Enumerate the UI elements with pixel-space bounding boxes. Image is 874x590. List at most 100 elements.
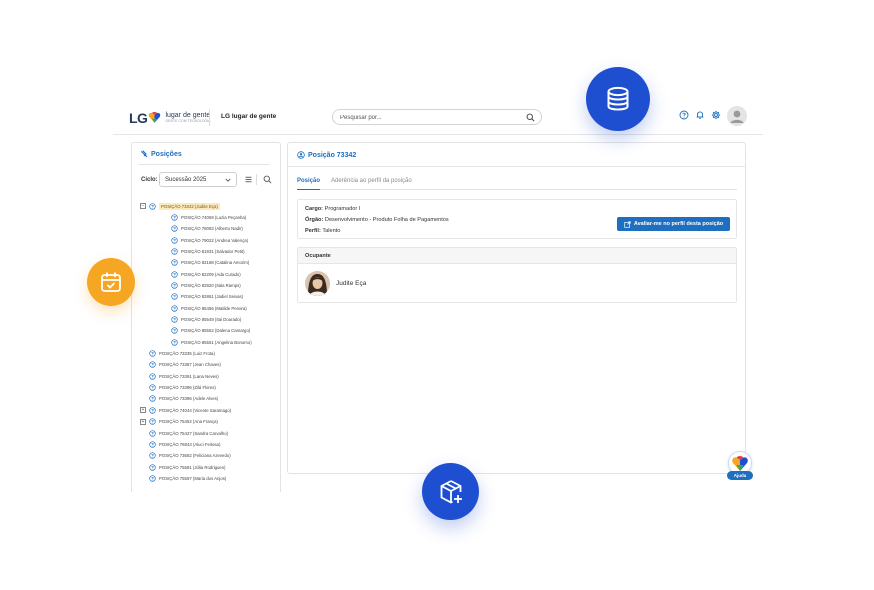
position-status-icon	[171, 304, 178, 312]
position-status-icon	[171, 339, 178, 346]
help-label: Ajuda	[727, 471, 753, 480]
position-status-icon	[171, 270, 178, 278]
bell-icon[interactable]	[695, 110, 705, 120]
tree-row[interactable]: POSIÇÃO 85549 (Itai Dourado)	[171, 315, 241, 325]
tree-row-label: POSIÇÃO 73387 (Jean Chaves)	[159, 362, 221, 368]
expand-icon[interactable]: +	[140, 407, 146, 414]
user-avatar-icon[interactable]	[727, 106, 747, 126]
tree-row[interactable]: POSIÇÃO 74069 (Luzia Peçanha)	[171, 212, 246, 222]
occupant-portrait-icon	[305, 271, 330, 296]
gear-icon[interactable]	[711, 110, 721, 120]
position-status-icon	[149, 429, 156, 437]
position-status-icon	[149, 350, 156, 357]
cycle-select[interactable]: Sucessão 2025	[159, 172, 237, 187]
tree-search-icon[interactable]	[263, 175, 272, 184]
tree-row-label: POSIÇÃO 75597 (Maria dos Anjos)	[159, 475, 227, 481]
tree-row-label: POSIÇÃO 78083 (Alberto Nadir)	[181, 226, 243, 232]
tree-row[interactable]: POSIÇÃO 85456 (Matilde Pereira)	[171, 303, 247, 313]
tree-row[interactable]: POSIÇÃO 81931 (Salvador Petit)	[171, 246, 245, 256]
global-search	[332, 109, 542, 125]
tree-row-label: POSIÇÃO 73335 (Luiz Frota)	[159, 351, 215, 357]
tree-row[interactable]: POSIÇÃO 78083 (Alberto Nadir)	[171, 224, 243, 234]
tree-row[interactable]: POSIÇÃO 82920 (Itala Ramps)	[171, 280, 241, 290]
tree-row[interactable]: + POSIÇÃO 74044 (Vicente Saramago)	[140, 405, 231, 415]
occupant-header-text: Ocupante	[305, 253, 331, 259]
topbar-divider	[209, 109, 210, 126]
toolbar-divider	[256, 174, 257, 185]
help-button[interactable]: Ajuda	[727, 451, 753, 481]
tree-row[interactable]: POSIÇÃO 73396 (Adele Alves)	[149, 394, 218, 404]
tree-row[interactable]: POSIÇÃO 82861 (Jadiel Seixas)	[171, 292, 243, 302]
tree-row[interactable]: POSIÇÃO 73396 (Zilá Flores)	[149, 383, 216, 393]
tree-row[interactable]: POSIÇÃO 85551 (Angelina Bonomo)	[171, 337, 252, 347]
logo-wordmark: lugar de gente GENTE COM TECNOLOGIA	[165, 112, 210, 124]
tree-row[interactable]: POSIÇÃO 79022 (Andrea Valença)	[171, 235, 248, 245]
expand-icon[interactable]: +	[140, 418, 146, 425]
position-status-icon	[149, 373, 156, 380]
logo-line2: GENTE COM TECNOLOGIA	[165, 119, 211, 124]
tree-row-label: POSIÇÃO 73396 (Adele Alves)	[159, 396, 219, 402]
tree-row[interactable]: POSIÇÃO 82188 (Catalina Amorim)	[171, 258, 249, 268]
perfil-label: Perfil:	[305, 228, 321, 234]
help-icon[interactable]	[679, 110, 689, 120]
tree-row[interactable]: POSIÇÃO 76843 (Aluci Feitosa)	[149, 439, 220, 449]
tree-row-label: POSIÇÃO 85456 (Matilde Pereira)	[181, 305, 247, 311]
position-status-icon	[149, 384, 156, 391]
panel-divider	[288, 166, 745, 167]
position-status-icon	[149, 407, 156, 414]
search-input[interactable]	[340, 113, 520, 122]
tree-row-label: POSIÇÃO 82209 (Ada Curado)	[181, 271, 241, 277]
position-detail-panel: Posição 73342 Posição Aderência ao perfi…	[287, 142, 746, 474]
position-status-icon	[171, 236, 178, 244]
position-status-icon	[149, 395, 156, 403]
topbar-actions	[679, 110, 721, 120]
position-status-icon	[171, 214, 178, 221]
tree-row-label: POSIÇÃO 85552 (Dalena Camargo)	[181, 328, 251, 334]
tree-row-label: POSIÇÃO 82188 (Catalina Amorim)	[181, 260, 250, 266]
tree-row[interactable]: POSIÇÃO 73335 (Luiz Frota)	[149, 349, 215, 359]
positions-panel: Posições Ciclo: Sucessão 2025 − POSIÇÃO 7…	[131, 142, 281, 492]
tree-row[interactable]: POSIÇÃO 73391 (Lana Neves)	[149, 371, 219, 381]
tree-row[interactable]: POSIÇÃO 82209 (Ada Curado)	[171, 269, 241, 279]
tree-row[interactable]: POSIÇÃO 73682 (Feliciana Azevedo)	[149, 451, 231, 461]
app-name: LG lugar de gente	[221, 113, 277, 120]
panel-divider	[138, 164, 270, 165]
logo-lg-text: LG	[129, 110, 148, 126]
occupant-name: Judite Eça	[336, 280, 367, 287]
position-status-icon	[149, 202, 156, 210]
user-silhouette-icon	[730, 110, 744, 123]
search-icon[interactable]	[526, 113, 535, 122]
position-status-icon	[171, 225, 178, 232]
stage: LG lugar de gente GENTE COM TECNOLOGIA L…	[0, 0, 874, 590]
collapse-icon[interactable]: −	[140, 203, 146, 209]
tree-row-label: POSIÇÃO 82920 (Itala Ramps)	[181, 282, 241, 288]
list-view-icon[interactable]	[244, 175, 253, 184]
tab-aderencia[interactable]: Aderência ao perfil da posição	[331, 178, 412, 190]
tree-row[interactable]: + POSIÇÃO 75452 (Ana França)	[140, 417, 218, 427]
tree-row[interactable]: − POSIÇÃO 73342 (Judite Eça)	[140, 201, 220, 211]
external-edit-icon	[624, 220, 631, 228]
tree-row[interactable]: POSIÇÃO 75581 (Júlia Rodrigues)	[149, 462, 225, 472]
tree-row-label: POSIÇÃO 75452 (Ana França)	[159, 419, 218, 425]
position-status-icon	[149, 452, 156, 459]
position-status-icon	[149, 475, 156, 482]
position-status-icon	[171, 259, 178, 266]
tab-posicao[interactable]: Posição	[297, 178, 321, 190]
tree-row-label: POSIÇÃO 82861 (Jadiel Seixas)	[181, 294, 244, 300]
tree-row-label: POSIÇÃO 75581 (Júlia Rodrigues)	[159, 464, 226, 470]
tree-row[interactable]: POSIÇÃO 75597 (Maria dos Anjos)	[149, 473, 226, 483]
evaluate-profile-button[interactable]: Avaliar-me no perfil desta posição	[617, 217, 730, 231]
position-status-icon	[149, 441, 156, 448]
evaluate-button-label: Avaliar-me no perfil desta posição	[633, 221, 724, 227]
tree-row[interactable]: POSIÇÃO 85552 (Dalena Camargo)	[171, 326, 250, 336]
position-status-icon	[149, 361, 156, 369]
brand-logo[interactable]: LG lugar de gente GENTE COM TECNOLOGIA	[129, 107, 211, 129]
position-status-icon	[171, 248, 178, 255]
database-badge	[586, 67, 650, 131]
occupant-photo[interactable]	[305, 271, 330, 296]
position-info-card: Cargo: Programador I Órgão: Desenvolvime…	[297, 199, 737, 239]
tree-row[interactable]: POSIÇÃO 75427 (Sandra Carvalho)	[149, 428, 228, 438]
cycle-label: Ciclo:	[141, 177, 158, 183]
calendar-check-icon	[101, 272, 121, 292]
tree-row[interactable]: POSIÇÃO 73387 (Jean Chaves)	[149, 360, 221, 370]
